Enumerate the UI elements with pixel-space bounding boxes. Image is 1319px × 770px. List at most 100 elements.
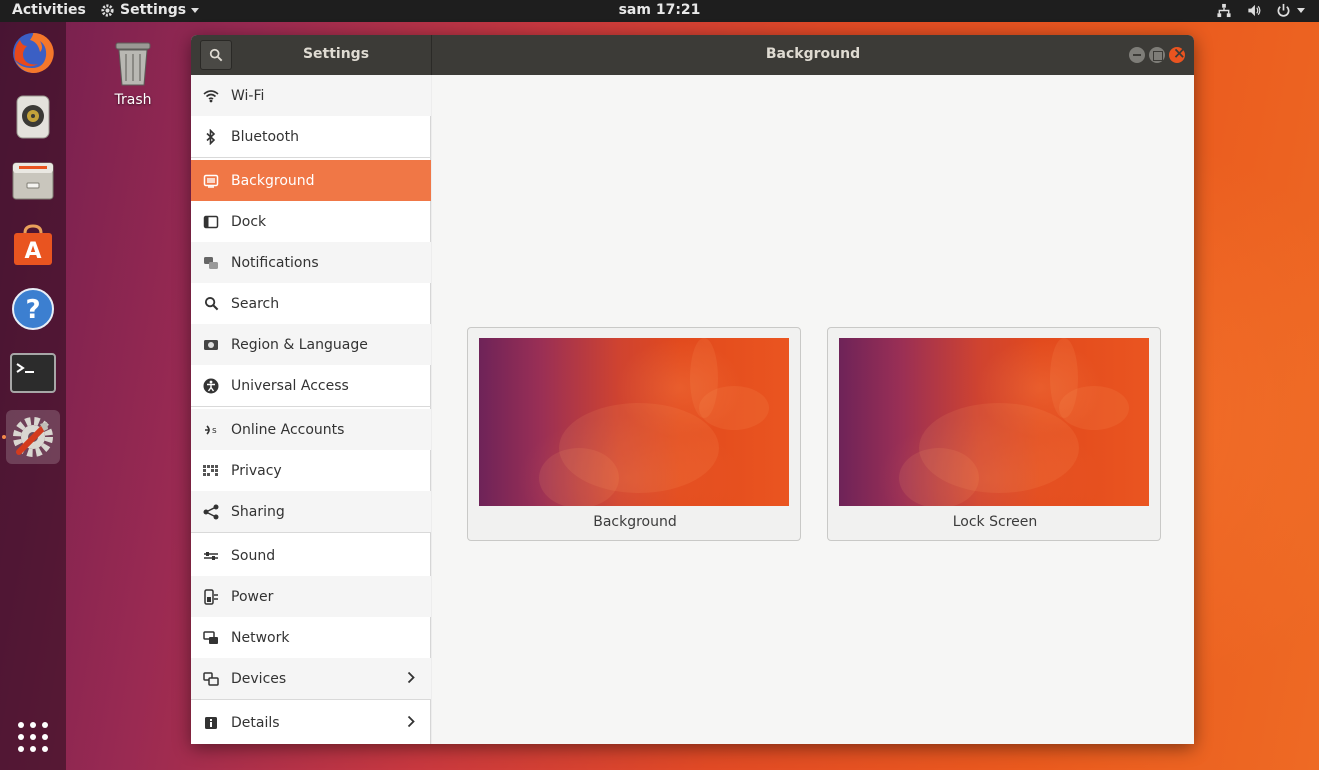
sidebar-item-sound[interactable]: Sound — [191, 535, 431, 576]
settings-sidebar: Wi-Fi Bluetooth Background Dock Notifica… — [191, 75, 431, 744]
sidebar-item-background[interactable]: Background — [191, 160, 431, 201]
desktop-trash[interactable]: Trash — [104, 40, 162, 108]
lock-screen-card[interactable]: Lock Screen — [827, 327, 1161, 541]
dock-item-help[interactable]: ? — [6, 282, 60, 336]
settings-icon — [13, 417, 53, 457]
sidebar-item-label: Online Accounts — [231, 421, 345, 438]
top-bar: Activities Settings sam 17:21 — [0, 0, 1319, 22]
sidebar-item-label: Network — [231, 629, 290, 646]
sidebar-item-label: Sound — [231, 547, 276, 564]
search-button[interactable] — [200, 40, 232, 70]
dock-item-rhythmbox[interactable] — [6, 90, 60, 144]
files-icon — [12, 162, 54, 200]
universal-access-icon — [203, 378, 219, 394]
sidebar-item-dock[interactable]: Dock — [191, 201, 431, 242]
sidebar-item-label: Background — [231, 172, 315, 189]
network-wired-icon — [1217, 3, 1231, 18]
sidebar-item-label: Universal Access — [231, 377, 349, 394]
rhythmbox-icon — [16, 95, 50, 139]
dock-item-software[interactable]: A — [6, 218, 60, 272]
system-tray[interactable] — [1216, 3, 1305, 18]
firefox-icon — [13, 32, 54, 73]
sidebar-item-bluetooth[interactable]: Bluetooth — [191, 116, 431, 157]
dock-item-settings[interactable] — [6, 410, 60, 464]
sidebar-item-region-language[interactable]: Region & Language — [191, 324, 431, 365]
sidebar-separator — [191, 699, 431, 700]
search-icon — [203, 296, 219, 312]
sidebar-item-online-accounts[interactable]: s Online Accounts — [191, 409, 431, 450]
network-icon — [203, 630, 219, 646]
dock-item-firefox[interactable] — [6, 26, 60, 80]
chevron-right-icon — [407, 715, 415, 728]
app-grid-icon — [18, 722, 48, 752]
background-thumbnail — [479, 338, 789, 506]
sidebar-separator — [191, 406, 431, 407]
software-icon: A — [14, 224, 52, 265]
dock-item-terminal[interactable] — [6, 346, 60, 400]
app-menu-label: Settings — [120, 2, 187, 18]
background-panel: Background Lock Screen — [432, 75, 1194, 744]
notifications-icon — [203, 255, 219, 271]
svg-text:s: s — [212, 426, 217, 436]
sidebar-title: Settings — [302, 46, 370, 62]
sound-icon — [203, 548, 219, 564]
sidebar-item-label: Region & Language — [231, 336, 368, 353]
close-button[interactable] — [1169, 44, 1186, 63]
trash-icon — [115, 42, 151, 86]
sidebar-separator — [191, 532, 431, 533]
title-bar[interactable]: Settings Background — [191, 35, 1194, 75]
running-indicator — [2, 435, 6, 439]
dock-icon — [203, 214, 219, 230]
devices-icon — [203, 671, 219, 687]
app-menu[interactable]: Settings — [100, 2, 200, 18]
lock-screen-card-label: Lock Screen — [952, 514, 1038, 530]
svg-text:A: A — [24, 239, 41, 264]
settings-window: Settings Background Wi-Fi Bluetooth B — [191, 35, 1194, 744]
sidebar-item-label: Bluetooth — [231, 128, 299, 145]
activities-button[interactable]: Activities — [12, 2, 86, 18]
dock-item-files[interactable] — [6, 154, 60, 208]
sidebar-item-wifi[interactable]: Wi-Fi — [191, 75, 431, 116]
sidebar-item-notifications[interactable]: Notifications — [191, 242, 431, 283]
bluetooth-icon — [203, 128, 219, 145]
sidebar-item-label: Power — [231, 588, 274, 605]
sidebar-item-network[interactable]: Network — [191, 617, 431, 658]
sidebar-item-label: Devices — [231, 670, 287, 687]
sidebar-item-label: Wi-Fi — [231, 87, 265, 104]
search-icon — [209, 48, 223, 62]
details-icon — [203, 715, 219, 731]
sidebar-separator — [191, 157, 431, 158]
sidebar-item-label: Privacy — [231, 462, 282, 479]
minimize-button[interactable] — [1129, 47, 1145, 63]
sidebar-item-label: Details — [231, 714, 280, 731]
power-icon — [1277, 3, 1290, 17]
gear-icon — [101, 3, 114, 17]
maximize-button[interactable] — [1149, 47, 1165, 63]
help-icon: ? — [12, 288, 54, 330]
online-accounts-icon: s — [203, 422, 219, 438]
sidebar-item-universal-access[interactable]: Universal Access — [191, 365, 431, 406]
volume-icon — [1248, 4, 1261, 17]
region-icon — [203, 337, 219, 353]
trash-label: Trash — [114, 92, 152, 108]
sidebar-item-search[interactable]: Search — [191, 283, 431, 324]
sidebar-item-power[interactable]: Power — [191, 576, 431, 617]
lock-screen-thumbnail — [839, 338, 1149, 506]
sidebar-item-label: Notifications — [231, 254, 319, 271]
sidebar-item-details[interactable]: Details — [191, 702, 431, 743]
sharing-icon — [203, 504, 219, 520]
background-card-label: Background — [593, 514, 677, 530]
sidebar-item-label: Search — [231, 295, 280, 312]
sidebar-item-sharing[interactable]: Sharing — [191, 491, 431, 532]
sidebar-item-privacy[interactable]: Privacy — [191, 450, 431, 491]
dock-item-show-applications[interactable] — [6, 710, 60, 764]
wifi-icon — [203, 88, 219, 104]
page-title: Background — [765, 46, 861, 62]
sidebar-item-label: Sharing — [231, 503, 285, 520]
chevron-right-icon — [407, 671, 415, 684]
clock[interactable]: sam 17:21 — [619, 2, 701, 18]
terminal-icon — [10, 353, 56, 393]
sidebar-item-devices[interactable]: Devices — [191, 658, 431, 699]
chevron-down-icon — [191, 7, 200, 13]
background-card[interactable]: Background — [467, 327, 801, 541]
